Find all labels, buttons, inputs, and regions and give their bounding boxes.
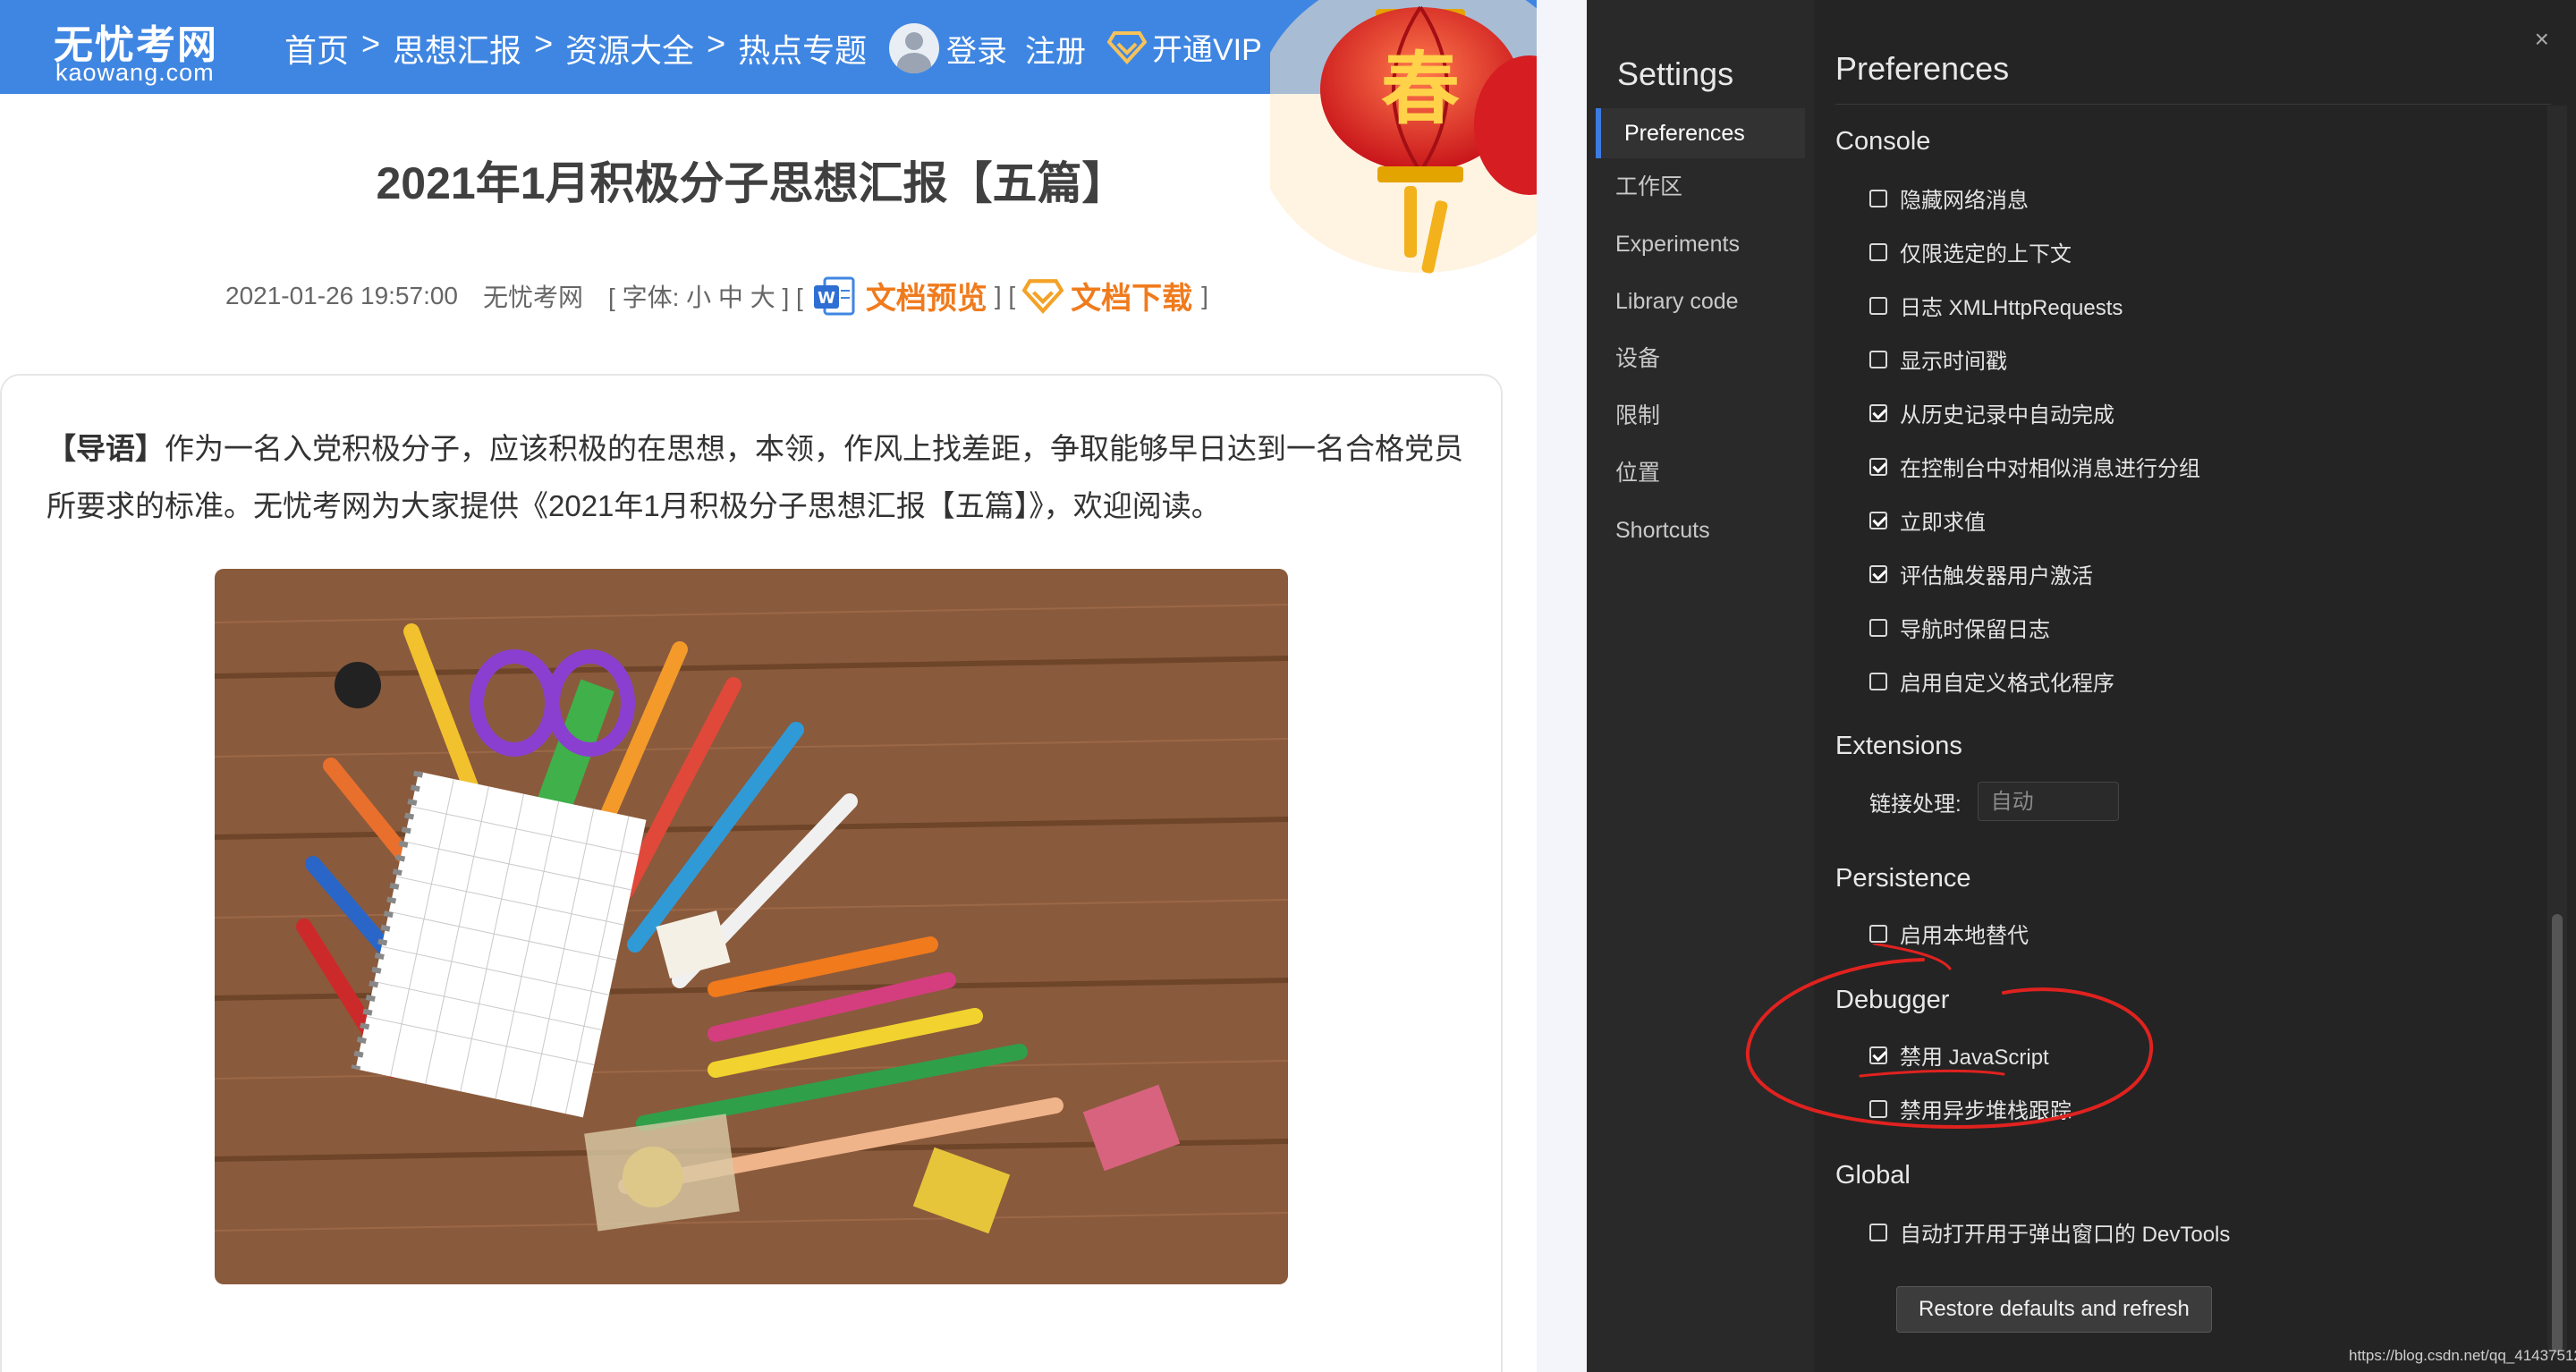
section-extensions: Extensions: [1835, 732, 1962, 760]
breadcrumb-separator: >: [534, 25, 554, 62]
breadcrumb-separator: >: [707, 25, 726, 62]
vip-label: 开通VIP: [1152, 33, 1262, 67]
tab-locations[interactable]: 位置: [1587, 448, 1814, 498]
web-page: 无忧考网 kaowang.com 首页 > 思想汇报 > 资源大全 > 热点专题…: [0, 0, 1587, 1372]
vip-link[interactable]: 开通VIP: [1107, 25, 1262, 69]
section-global: Global: [1835, 1161, 1911, 1190]
login-label: 登录: [946, 34, 1007, 69]
checkbox[interactable]: [1869, 618, 1887, 637]
article-meta: 2021-01-26 19:57:00 无忧考网 [ 字体: 小 中 大 ] […: [225, 274, 1208, 318]
checkbox[interactable]: [1869, 296, 1887, 315]
article-title: 2021年1月积极分子思想汇报【五篇】: [376, 158, 1127, 208]
meta-bracket: ]: [1201, 281, 1208, 309]
section-persistence: Persistence: [1835, 864, 1971, 893]
section-console: Console: [1835, 127, 1931, 156]
watermark-url: https://blog.csdn.net/qq_41437512: [2349, 1347, 2576, 1364]
avatar-icon: [889, 23, 939, 73]
divider: [1835, 104, 2551, 105]
article-lead: 【导语】作为一名入党积极分子，应该积极的在思想，本领，作风上找差距，争取能够早日…: [47, 420, 1469, 535]
tab-library-code[interactable]: Library code: [1587, 276, 1814, 326]
option-eager-evaluation[interactable]: 立即求值: [1869, 504, 1986, 536]
lead-text: 作为一名入党积极分子，应该积极的在思想，本领，作风上找差距，争取能够早日达到一名…: [47, 432, 1463, 522]
tab-experiments[interactable]: Experiments: [1587, 219, 1814, 269]
scrollbar[interactable]: [2547, 106, 2567, 1358]
option-label: 隐藏网络消息: [1900, 189, 2029, 213]
word-document-icon: W: [813, 276, 855, 315]
option-hide-network[interactable]: 隐藏网络消息: [1869, 182, 2029, 214]
site-logo-domain: kaowang.com: [55, 59, 215, 86]
checkbox[interactable]: [1869, 457, 1887, 476]
font-size-controls[interactable]: [ 字体: 小 中 大 ] [: [608, 278, 803, 314]
option-label: 立即求值: [1900, 511, 1986, 535]
checkbox[interactable]: [1869, 242, 1887, 261]
tab-throttling[interactable]: 限制: [1587, 391, 1814, 441]
breadcrumb-thought-report[interactable]: 思想汇报: [393, 25, 521, 72]
settings-title: Settings: [1617, 55, 1734, 92]
option-log-xhr[interactable]: 日志 XMLHttpRequests: [1869, 290, 2123, 321]
lead-tag: 【导语】: [47, 432, 165, 465]
tab-shortcuts[interactable]: Shortcuts: [1587, 505, 1814, 555]
article-date: 2021-01-26 19:57:00: [225, 281, 458, 309]
red-annotation-circle: [1745, 944, 2154, 1130]
breadcrumb-home[interactable]: 首页: [284, 25, 349, 72]
option-show-timestamps[interactable]: 显示时间戳: [1869, 343, 2007, 375]
svg-text:W: W: [818, 289, 835, 308]
breadcrumb: 首页 > 思想汇报 > 资源大全 > 热点专题: [284, 25, 867, 72]
breadcrumb-resources[interactable]: 资源大全: [565, 25, 694, 72]
option-label: 在控制台中对相似消息进行分组: [1900, 457, 2200, 481]
diamond-icon: [1107, 30, 1147, 64]
option-custom-formatters[interactable]: 启用自定义格式化程序: [1869, 665, 2114, 697]
document-download-link[interactable]: 文档下载: [1071, 274, 1192, 318]
option-label: 日志 XMLHttpRequests: [1900, 296, 2123, 320]
link-handling-select[interactable]: 自动: [1977, 782, 2119, 821]
checkbox[interactable]: [1869, 511, 1887, 529]
register-link[interactable]: 注册: [1025, 27, 1086, 71]
devtools-settings-panel: Settings Preferences 工作区 Experiments Lib…: [1587, 0, 2576, 1372]
preferences-pane: Preferences × Console 隐藏网络消息 仅限选定的上下文 日志…: [1814, 0, 2576, 1372]
checkbox[interactable]: [1869, 564, 1887, 583]
option-auto-open-devtools-popups[interactable]: 自动打开用于弹出窗口的 DevTools: [1869, 1216, 2230, 1248]
document-preview-link[interactable]: 文档预览: [866, 274, 987, 318]
option-label: 评估触发器用户激活: [1900, 564, 2093, 589]
link-handling-label: 链接处理:: [1869, 792, 1962, 817]
close-icon[interactable]: ×: [2535, 25, 2549, 54]
lantern-decoration: 春: [1270, 0, 1565, 274]
option-preserve-log[interactable]: 导航时保留日志: [1869, 612, 2050, 643]
pane-title: Preferences: [1835, 50, 2010, 87]
option-label: 仅限选定的上下文: [1900, 242, 2072, 267]
option-label: 启用自定义格式化程序: [1900, 672, 2114, 696]
link-handling-row: 链接处理: 自动: [1869, 782, 2119, 821]
checkbox[interactable]: [1869, 672, 1887, 690]
meta-bracket: ] [: [994, 281, 1016, 309]
article-image: [215, 569, 1288, 1284]
restore-defaults-button[interactable]: Restore defaults and refresh: [1896, 1286, 2212, 1333]
checkbox[interactable]: [1869, 1223, 1887, 1241]
breadcrumb-separator: >: [361, 25, 381, 62]
login-link[interactable]: 登录: [889, 23, 1007, 73]
option-label: 从历史记录中自动完成: [1900, 403, 2114, 428]
option-user-activation-eval[interactable]: 评估触发器用户激活: [1869, 558, 2093, 589]
option-autocomplete-history[interactable]: 从历史记录中自动完成: [1869, 397, 2114, 428]
tab-workspace[interactable]: 工作区: [1587, 162, 1814, 212]
checkbox[interactable]: [1869, 403, 1887, 422]
diamond-icon: [1022, 278, 1064, 314]
breadcrumb-hot-topics[interactable]: 热点专题: [738, 25, 867, 72]
settings-sidebar: Settings Preferences 工作区 Experiments Lib…: [1587, 0, 1814, 1372]
checkbox[interactable]: [1869, 350, 1887, 368]
article-source: 无忧考网: [483, 283, 584, 311]
checkbox[interactable]: [1869, 189, 1887, 207]
option-label: 显示时间戳: [1900, 350, 2007, 374]
tab-preferences[interactable]: Preferences: [1596, 108, 1805, 158]
scrollbar-thumb[interactable]: [2552, 914, 2563, 1352]
lantern-character: 春: [1381, 43, 1460, 135]
side-ad-strip: [1537, 0, 1587, 1372]
option-group-similar[interactable]: 在控制台中对相似消息进行分组: [1869, 451, 2200, 482]
tab-devices[interactable]: 设备: [1587, 334, 1814, 384]
option-label: 导航时保留日志: [1900, 618, 2050, 642]
option-label: 自动打开用于弹出窗口的 DevTools: [1900, 1223, 2231, 1247]
checkbox[interactable]: [1869, 924, 1887, 943]
option-selected-context-only[interactable]: 仅限选定的上下文: [1869, 236, 2072, 267]
